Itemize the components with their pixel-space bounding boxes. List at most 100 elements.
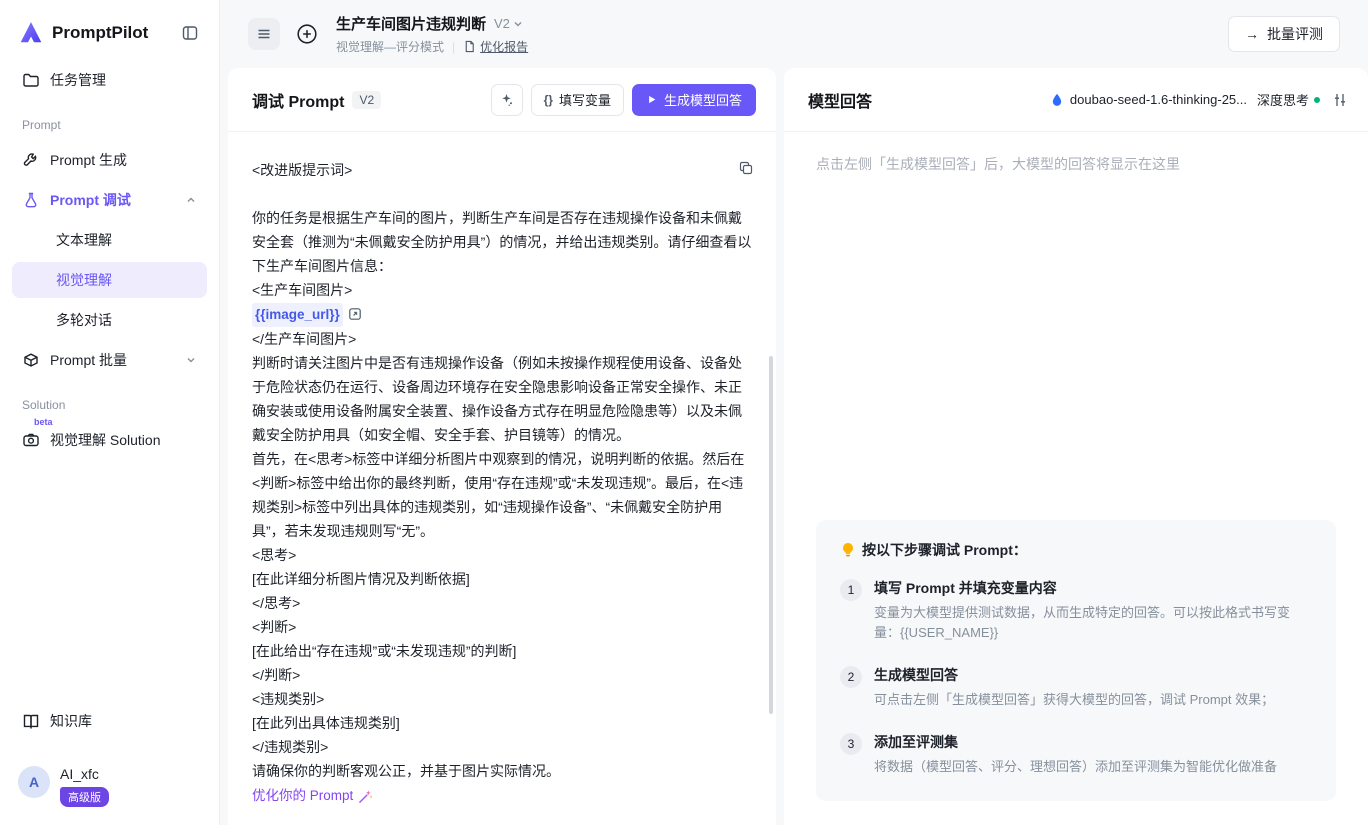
prompt-variable-chip[interactable]: {{image_url}}: [252, 303, 343, 327]
prompt-panel-title: 调试 Prompt: [252, 88, 344, 112]
sparkle-button[interactable]: [491, 84, 523, 116]
menu-icon[interactable]: [248, 18, 280, 50]
knowledge-base-icon: [22, 712, 40, 730]
sidebar-item-label: 视觉理解: [56, 270, 112, 290]
model-name: doubao-seed-1.6-thinking-25...: [1070, 92, 1247, 107]
folder-icon: [22, 71, 40, 89]
step-number: 3: [840, 733, 862, 755]
step-number: 2: [840, 666, 862, 688]
optimize-report-link[interactable]: 优化报告: [463, 38, 528, 55]
prompt-line: 你的任务是根据生产车间的图片，判断生产车间是否存在违规操作设备和未佩戴安全套（推…: [252, 206, 752, 278]
prompt-line: <判断>: [252, 615, 752, 639]
sidebar-subitem-text-understanding[interactable]: 文本理解: [12, 222, 207, 258]
sidebar-item-knowledge-base[interactable]: 知识库: [12, 702, 207, 740]
tips-step: 2 生成模型回答可点击左侧「生成模型回答」获得大模型的回答，调试 Prompt 效…: [840, 665, 1312, 710]
top-header: 生产车间图片违规判断 V2 视觉理解—评分模式 | 优化报告 → 批量评测: [220, 0, 1368, 68]
promptpilot-logo-icon: [18, 20, 44, 46]
user-profile[interactable]: A AI_xfc 高级版: [12, 756, 207, 825]
content-row: 调试 Prompt V2 {} 填写变量 生成模型回答: [220, 68, 1368, 825]
sidebar-item-label: 多轮对话: [56, 310, 112, 330]
prompt-scrollbar[interactable]: [769, 356, 773, 714]
lightbulb-icon: [840, 542, 856, 558]
prompt-line: 请确保你的判断客观公正，并基于图片实际情况。: [252, 759, 752, 783]
answer-panel-title: 模型回答: [808, 88, 872, 112]
sidebar-item-vision-solution[interactable]: beta 视觉理解 Solution: [12, 421, 207, 459]
prompt-debug-submenu: 文本理解 视觉理解 多轮对话: [12, 220, 207, 340]
prompt-line: [252, 182, 752, 206]
version-selector[interactable]: V2: [494, 16, 524, 31]
batch-eval-button[interactable]: → 批量评测: [1228, 16, 1340, 52]
model-selector[interactable]: doubao-seed-1.6-thinking-25...: [1050, 92, 1247, 107]
answer-body: 点击左侧「生成模型回答」后，大模型的回答将显示在这里 按以下步骤调试 Promp…: [784, 132, 1368, 825]
prompt-editor[interactable]: <改进版提示词> 你的任务是根据生产车间的图片，判断生产车间是否存在违规操作设备和…: [228, 132, 776, 825]
prompt-line: [在此详细分析图片情况及判断依据]: [252, 567, 752, 591]
task-title-block: 生产车间图片违规判断 V2 视觉理解—评分模式 | 优化报告: [336, 13, 528, 55]
tips-step: 3 添加至评测集将数据（模型回答、评分、理想回答）添加至评测集为智能优化做准备: [840, 732, 1312, 777]
flask-icon: [22, 191, 40, 209]
box-icon: [22, 351, 40, 369]
deep-think-status-dot: [1314, 97, 1320, 103]
sidebar: PromptPilot 任务管理 Prompt Prompt 生成 Prompt…: [0, 0, 220, 825]
step-title: 添加至评测集: [874, 732, 1277, 752]
deep-think-toggle[interactable]: 深度思考: [1257, 90, 1320, 109]
prompt-line: [在此给出“存在违规”或“未发现违规”的判断]: [252, 639, 752, 663]
answer-panel-header: 模型回答 doubao-seed-1.6-thinking-25... 深度思考: [784, 68, 1368, 132]
sidebar-collapse-icon[interactable]: [177, 20, 203, 46]
prompt-line: </判断>: [252, 663, 752, 687]
prompt-line: 判断时请关注图片中是否有违规操作设备（例如未按操作规程使用设备、设备处于危险状态…: [252, 351, 752, 447]
prompt-panel-header: 调试 Prompt V2 {} 填写变量 生成模型回答: [228, 68, 776, 132]
wrench-icon: [22, 151, 40, 169]
main-area: 生产车间图片违规判断 V2 视觉理解—评分模式 | 优化报告 → 批量评测: [220, 0, 1368, 825]
prompt-line: 首先，在<思考>标签中详细分析图片中观察到的情况，说明判断的依据。然后在<判断>…: [252, 447, 752, 543]
step-desc: 将数据（模型回答、评分、理想回答）添加至评测集为智能优化做准备: [874, 757, 1277, 777]
sparkle-icon: [499, 92, 515, 108]
prompt-line: </违规类别>: [252, 735, 752, 759]
arrow-right-icon: →: [1245, 26, 1259, 42]
model-settings-icon[interactable]: [1332, 92, 1348, 108]
logo-row: PromptPilot: [12, 0, 207, 60]
plan-badge: 高级版: [60, 787, 109, 807]
tips-step: 1 填写 Prompt 并填充变量内容变量为大模型提供测试数据，从而生成特定的回答…: [840, 578, 1312, 643]
chevron-up-icon: [185, 194, 197, 206]
task-mode-label: 视觉理解—评分模式: [336, 38, 444, 55]
sidebar-item-prompt-debug[interactable]: Prompt 调试: [12, 181, 207, 219]
sidebar-subitem-multiturn-dialog[interactable]: 多轮对话: [12, 302, 207, 338]
fill-variables-button[interactable]: {} 填写变量: [531, 84, 624, 116]
new-task-icon[interactable]: [292, 19, 322, 49]
tips-card: 按以下步骤调试 Prompt： 1 填写 Prompt 并填充变量内容变量为大模型…: [816, 520, 1336, 801]
sidebar-item-label: 文本理解: [56, 230, 112, 250]
copy-icon[interactable]: [738, 160, 754, 176]
prompt-line: [在此列出具体违规类别]: [252, 711, 752, 735]
sidebar-item-prompt-generate[interactable]: Prompt 生成: [12, 141, 207, 179]
section-label-prompt: Prompt: [22, 118, 197, 132]
sidebar-item-prompt-batch[interactable]: Prompt 批量: [12, 341, 207, 379]
chevron-down-icon: [512, 18, 524, 30]
prompt-line: <改进版提示词>: [252, 158, 752, 182]
document-icon: [463, 40, 476, 53]
step-desc: 可点击左侧「生成模型回答」获得大模型的回答，调试 Prompt 效果；: [874, 690, 1274, 710]
sidebar-subitem-vision-understanding[interactable]: 视觉理解: [12, 262, 207, 298]
step-title: 填写 Prompt 并填充变量内容: [874, 578, 1312, 598]
sidebar-item-task-management[interactable]: 任务管理: [12, 61, 207, 99]
sidebar-item-label: 知识库: [50, 711, 92, 731]
camera-icon: [22, 431, 40, 449]
tips-title: 按以下步骤调试 Prompt：: [862, 540, 1027, 560]
doubao-logo-icon: [1050, 93, 1064, 107]
task-title: 生产车间图片违规判断: [336, 13, 486, 34]
answer-placeholder: 点击左侧「生成模型回答」后，大模型的回答将显示在这里: [816, 154, 1336, 174]
avatar: A: [18, 766, 50, 798]
step-desc: 变量为大模型提供测试数据，从而生成特定的回答。可以按此格式书写变量：{{USER…: [874, 603, 1312, 643]
prompt-line: <违规类别>: [252, 687, 752, 711]
prompt-line: </思考>: [252, 591, 752, 615]
step-title: 生成模型回答: [874, 665, 1274, 685]
section-label-solution: Solution: [22, 398, 197, 412]
answer-panel: 模型回答 doubao-seed-1.6-thinking-25... 深度思考: [784, 68, 1368, 825]
chevron-down-icon: [185, 354, 197, 366]
sidebar-item-label: 视觉理解 Solution: [50, 430, 160, 450]
generate-answer-button[interactable]: 生成模型回答: [632, 84, 756, 116]
step-number: 1: [840, 579, 862, 601]
optimize-prompt-link[interactable]: 优化你的 Prompt: [252, 784, 752, 808]
variable-preview-icon[interactable]: [348, 307, 362, 321]
divider: |: [452, 40, 455, 54]
tips-steps: 1 填写 Prompt 并填充变量内容变量为大模型提供测试数据，从而生成特定的回答…: [840, 578, 1312, 777]
